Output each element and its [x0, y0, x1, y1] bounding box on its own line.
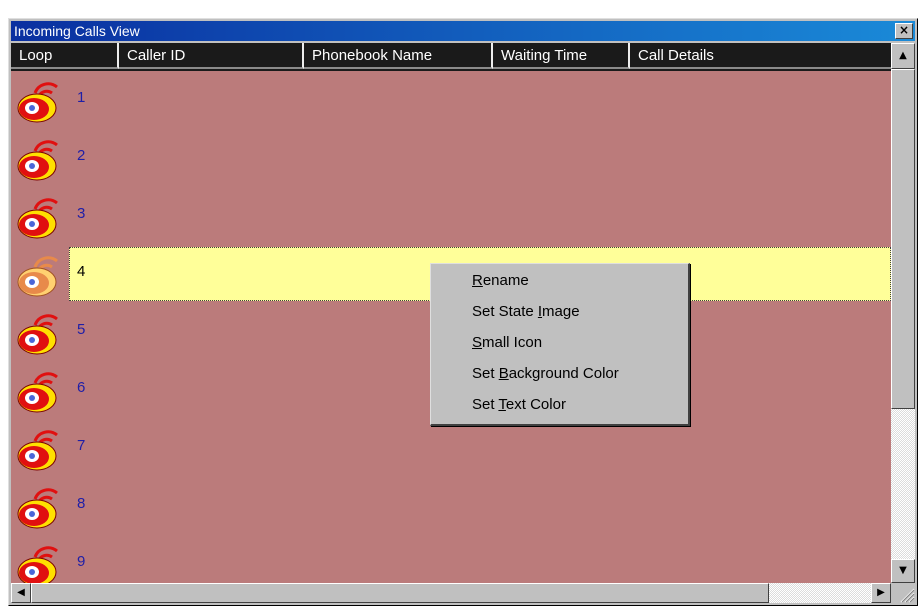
phone-ringing-icon — [15, 369, 65, 413]
loop-number: 8 — [77, 495, 86, 512]
call-row-3[interactable]: 3 — [11, 187, 891, 245]
loop-number: 9 — [77, 553, 86, 570]
loop-number: 6 — [77, 379, 86, 396]
loop-number: 3 — [77, 205, 86, 222]
loop-number: 2 — [77, 147, 86, 164]
column-header-loop[interactable]: Loop — [11, 43, 119, 69]
vertical-scrollbar[interactable]: ▲ ▼ — [891, 43, 915, 583]
phone-ringing-icon — [15, 137, 65, 181]
column-header-call-details[interactable]: Call Details — [630, 43, 891, 69]
loop-number: 7 — [77, 437, 86, 454]
list-header: Loop Caller ID Phonebook Name Waiting Ti… — [11, 43, 891, 71]
loop-number: 1 — [77, 89, 86, 106]
scroll-right-button[interactable]: ▶ — [871, 583, 891, 603]
menu-item-set-text-color[interactable]: Set Text Color — [472, 396, 566, 413]
menu-item-set-background-color[interactable]: Set Background Color — [472, 365, 619, 382]
context-menu: Rename Set State Image Small Icon Set Backg… — [430, 263, 690, 426]
call-row-9[interactable]: 9 — [11, 535, 891, 583]
vertical-scroll-thumb[interactable] — [891, 69, 915, 409]
phone-ringing-icon — [15, 427, 65, 471]
call-row-7[interactable]: 7 — [11, 419, 891, 477]
column-header-phonebook-name[interactable]: Phonebook Name — [304, 43, 493, 69]
loop-number: 4 — [77, 263, 86, 280]
call-row-2[interactable]: 2 — [11, 129, 891, 187]
horizontal-scrollbar[interactable]: ◀ ▶ — [11, 583, 891, 603]
scroll-up-button[interactable]: ▲ — [891, 43, 915, 69]
window-title: Incoming Calls View — [14, 23, 140, 39]
column-header-waiting-time[interactable]: Waiting Time — [493, 43, 630, 69]
column-header-caller-id[interactable]: Caller ID — [119, 43, 304, 69]
scroll-down-button[interactable]: ▼ — [891, 559, 915, 583]
phone-ringing-icon — [15, 485, 65, 529]
size-grip-icon — [900, 588, 915, 603]
phone-ringing-icon — [15, 543, 65, 583]
phone-ringing-icon — [15, 253, 65, 297]
phone-ringing-icon — [15, 311, 65, 355]
horizontal-scroll-thumb[interactable] — [31, 583, 769, 603]
loop-number: 5 — [77, 321, 86, 338]
call-row-8[interactable]: 8 — [11, 477, 891, 535]
close-button[interactable]: × — [895, 23, 913, 39]
menu-item-set-state-image[interactable]: Set State Image — [472, 303, 580, 320]
phone-ringing-icon — [15, 195, 65, 239]
call-row-1[interactable]: 1 — [11, 71, 891, 129]
scroll-left-button[interactable]: ◀ — [11, 583, 31, 603]
menu-item-rename[interactable]: Rename — [472, 272, 529, 289]
menu-item-small-icon[interactable]: Small Icon — [472, 334, 542, 351]
title-bar[interactable]: Incoming Calls View × — [11, 21, 915, 41]
phone-ringing-icon — [15, 79, 65, 123]
size-grip[interactable] — [891, 583, 915, 603]
